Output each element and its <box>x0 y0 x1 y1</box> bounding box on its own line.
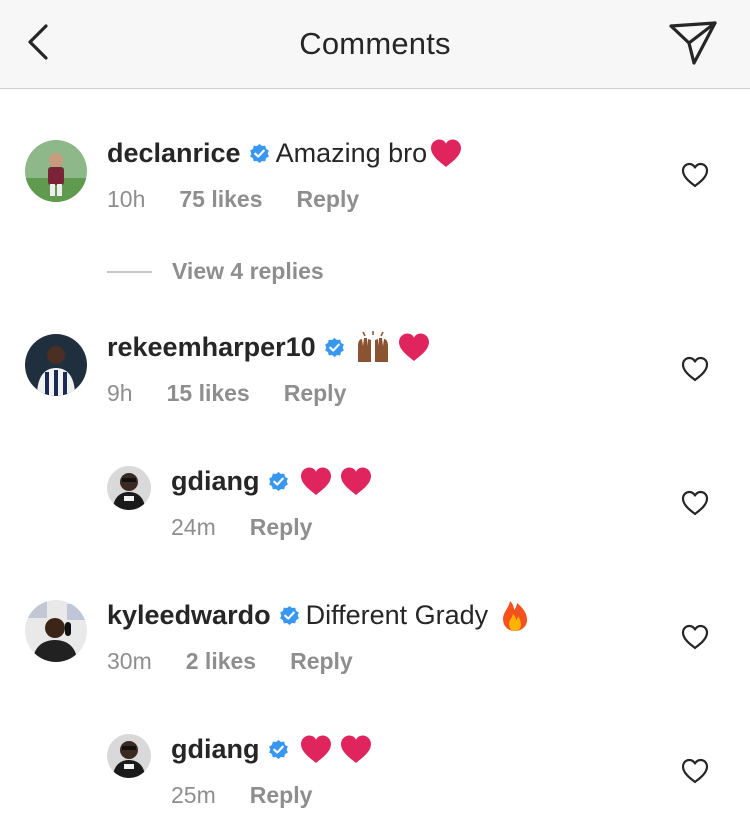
avatar[interactable] <box>107 734 151 778</box>
red-heart-emoji-icon <box>340 467 371 495</box>
raising-hands-emoji-icon <box>357 331 388 362</box>
red-heart-emoji-icon <box>300 467 331 495</box>
comment-likes[interactable]: 75 likes <box>179 186 262 213</box>
reply-button[interactable]: Reply <box>250 782 313 809</box>
like-heart-icon[interactable] <box>681 758 709 784</box>
comment-meta: 25m Reply <box>171 782 312 809</box>
avatar[interactable] <box>25 140 87 202</box>
comment-likes[interactable]: 2 likes <box>186 648 256 675</box>
comment-line: declanrice Amazing bro <box>107 136 463 170</box>
red-heart-emoji-icon <box>431 139 462 167</box>
red-heart-emoji-icon <box>398 333 429 361</box>
avatar[interactable] <box>25 334 87 396</box>
reply-button[interactable]: Reply <box>250 514 313 541</box>
comment-time: 24m <box>171 514 216 540</box>
comment-username[interactable]: rekeemharper10 <box>107 330 316 364</box>
fire-emoji-icon <box>503 601 528 631</box>
comment-time: 30m <box>107 648 152 674</box>
like-heart-icon[interactable] <box>681 162 709 188</box>
comment-username[interactable]: gdiang <box>171 464 260 498</box>
comment-meta: 30m 2 likes Reply <box>107 648 353 675</box>
comment-username[interactable]: declanrice <box>107 136 241 170</box>
comment-text: Different Grady <box>305 600 489 630</box>
comment-likes[interactable]: 15 likes <box>167 380 250 407</box>
verified-badge-icon <box>268 471 288 491</box>
comment-meta: 24m Reply <box>171 514 312 541</box>
comment-username[interactable]: gdiang <box>171 732 260 766</box>
avatar[interactable] <box>25 600 87 662</box>
verified-badge-icon <box>324 337 344 357</box>
comment-time: 9h <box>107 380 133 406</box>
comment-line: rekeemharper10 <box>107 330 431 364</box>
replies-divider <box>107 270 152 273</box>
page-title: Comments <box>299 26 451 61</box>
comment-username[interactable]: kyleedwardo <box>107 598 271 632</box>
reply-button[interactable]: Reply <box>290 648 353 675</box>
comment-time: 10h <box>107 186 146 212</box>
like-heart-icon[interactable] <box>681 356 709 382</box>
view-replies-label: View 4 replies <box>172 258 324 284</box>
comment-line: gdiang <box>171 464 373 498</box>
comment-line: kyleedwardo Different Grady <box>107 598 530 632</box>
comment-text: Amazing bro <box>275 138 428 168</box>
paper-plane-icon[interactable] <box>668 20 718 66</box>
avatar[interactable] <box>107 466 151 510</box>
comment-line: gdiang <box>171 732 373 766</box>
comment-meta: 9h 15 likes Reply <box>107 380 346 407</box>
comment-time: 25m <box>171 782 216 808</box>
reply-button[interactable]: Reply <box>284 380 347 407</box>
verified-badge-icon <box>279 605 299 625</box>
view-replies-button[interactable]: View 4 replies <box>107 258 324 285</box>
reply-button[interactable]: Reply <box>297 186 360 213</box>
red-heart-emoji-icon <box>340 735 371 763</box>
like-heart-icon[interactable] <box>681 490 709 516</box>
red-heart-emoji-icon <box>300 735 331 763</box>
header-bar: Comments <box>0 0 750 89</box>
like-heart-icon[interactable] <box>681 624 709 650</box>
verified-badge-icon <box>249 143 269 163</box>
comment-meta: 10h 75 likes Reply <box>107 186 359 213</box>
verified-badge-icon <box>268 739 288 759</box>
